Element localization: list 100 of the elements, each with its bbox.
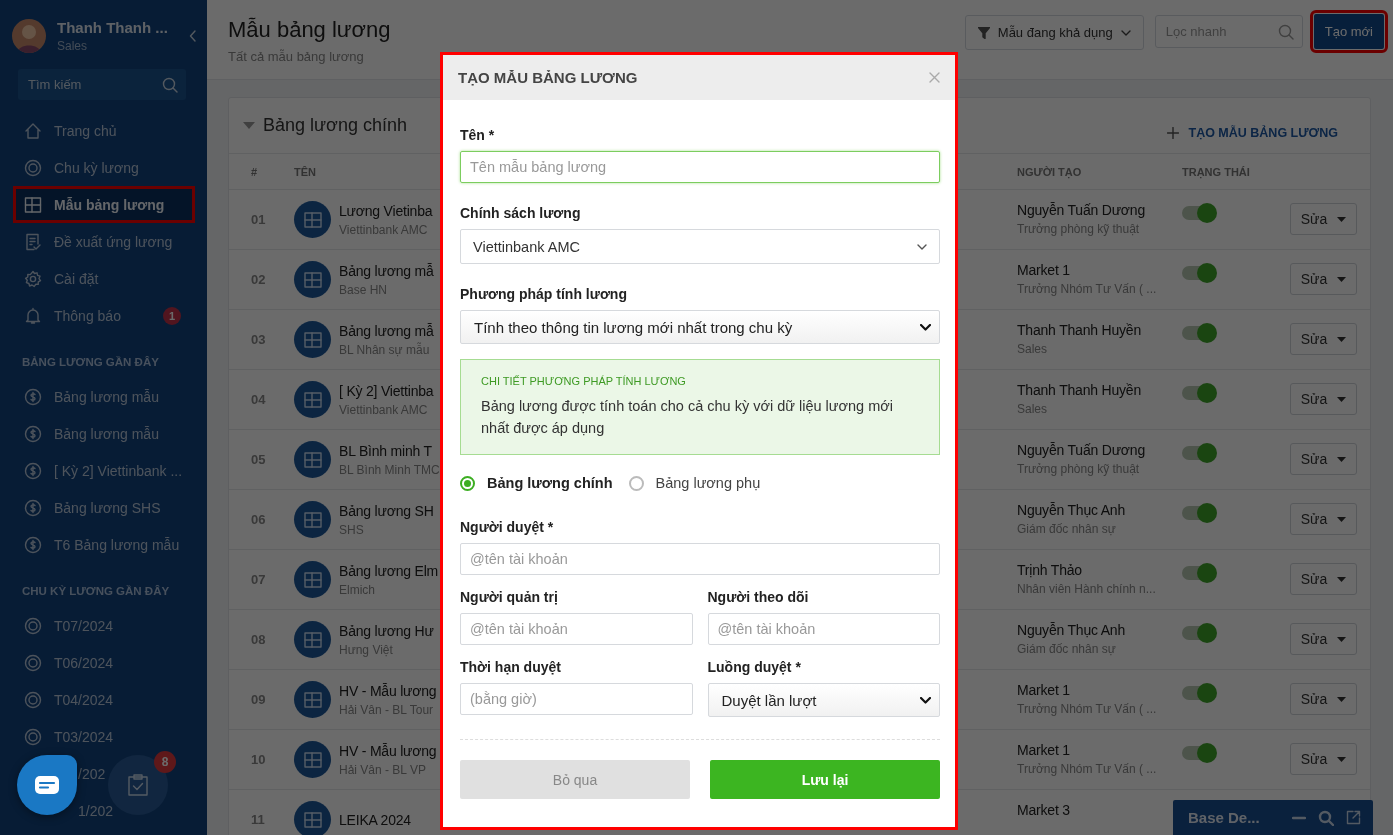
settings-icon xyxy=(24,269,42,288)
toggle-switch[interactable] xyxy=(1182,746,1214,760)
edit-button[interactable]: Sửa xyxy=(1290,503,1357,535)
creator-name: Market 1 xyxy=(1017,742,1071,758)
layout-icon xyxy=(303,331,322,348)
toggle-switch[interactable] xyxy=(1182,326,1214,340)
nav-item[interactable]: Chu kỳ lương xyxy=(13,149,195,186)
layout-icon xyxy=(303,751,322,768)
user-name: Thanh Thanh ... xyxy=(57,19,169,36)
input-field[interactable]: Tên mẫu bảng lương xyxy=(460,151,940,183)
flow-select[interactable]: Duyệt lần lượt xyxy=(707,683,940,717)
radio-option[interactable]: Bảng lương phụ xyxy=(628,475,761,491)
layout-icon xyxy=(303,631,322,648)
nav-item[interactable]: Trang chủ xyxy=(13,112,195,149)
radio-button[interactable] xyxy=(460,475,475,491)
policy-select[interactable]: Viettinbank AMC xyxy=(460,229,940,264)
external-link-icon xyxy=(1346,810,1361,825)
nav-item[interactable]: Đề xuất ứng lương xyxy=(13,223,195,260)
recent-item[interactable]: /202 xyxy=(78,765,106,782)
recent-item[interactable]: 1/202 xyxy=(78,802,114,819)
edit-button[interactable]: Sửa xyxy=(1290,623,1357,655)
filter-dropdown[interactable]: Mẫu đang khả dụng xyxy=(964,15,1144,50)
chat-window-bar[interactable]: Base De... xyxy=(1173,800,1373,835)
toggle-switch[interactable] xyxy=(1182,626,1214,640)
creator-name: Market 1 xyxy=(1017,262,1071,278)
recent-item[interactable]: T04/2024 xyxy=(13,681,195,718)
bell-icon xyxy=(24,306,42,325)
field-label: Người quản trị xyxy=(460,589,559,605)
layout-icon xyxy=(303,811,322,828)
nav-item[interactable]: Thông báo 1 xyxy=(13,297,195,334)
caret-icon xyxy=(1337,456,1347,462)
cancel-button[interactable]: Bỏ qua xyxy=(460,760,690,799)
column-header: NGƯỜI TẠO xyxy=(1017,165,1082,178)
creator-name: Nguyễn Tuấn Dương xyxy=(1017,442,1146,458)
section-title: BẢNG LƯƠNG GẦN ĐÂY xyxy=(22,356,159,368)
column-header: TÊN xyxy=(294,165,316,178)
toggle-switch[interactable] xyxy=(1182,206,1214,220)
chevron-down-icon xyxy=(920,696,931,704)
radio-label: Bảng lương phụ xyxy=(655,475,761,491)
target-icon xyxy=(24,690,42,709)
target-icon xyxy=(24,158,42,177)
toggle-switch[interactable] xyxy=(1182,506,1214,520)
search-icon xyxy=(1277,23,1294,40)
caret-icon xyxy=(1337,636,1347,642)
document-icon xyxy=(24,232,42,251)
input-field[interactable]: @tên tài khoản xyxy=(460,543,940,575)
nav-item[interactable]: Cài đặt xyxy=(13,260,195,297)
save-button[interactable]: Lưu lại xyxy=(710,760,940,799)
template-name: [ Kỳ 2] Viettinba xyxy=(339,382,434,399)
edit-button[interactable]: Sửa xyxy=(1290,743,1357,775)
edit-button[interactable]: Sửa xyxy=(1290,263,1357,295)
recent-item[interactable]: T6 Bảng lương mẫu xyxy=(13,526,195,563)
creator-name: Market 1 xyxy=(1017,682,1071,698)
creator-name: Nguyễn Tuấn Dương xyxy=(1017,202,1146,218)
edit-button[interactable]: Sửa xyxy=(1290,203,1357,235)
recent-item[interactable]: T07/2024 xyxy=(13,607,195,644)
info-title: CHI TIẾT PHƯƠNG PHÁP TÍNH LƯƠNG xyxy=(481,375,687,387)
clipboard-check-icon xyxy=(128,774,148,796)
search-field[interactable]: Tìm kiếm xyxy=(18,69,186,100)
recent-item[interactable]: Bảng lương mẫu xyxy=(13,415,195,452)
edit-button[interactable]: Sửa xyxy=(1290,443,1357,475)
recent-item[interactable]: T06/2024 xyxy=(13,644,195,681)
nav-item[interactable]: Mẫu bảng lương xyxy=(13,186,195,223)
recent-item[interactable]: [ Kỳ 2] Viettinbank ... xyxy=(13,452,195,489)
field-label: Tên * xyxy=(460,127,496,143)
home-icon xyxy=(24,121,42,140)
field-label: Thời hạn duyệt xyxy=(460,659,562,675)
coin-icon xyxy=(24,498,42,517)
toggle-switch[interactable] xyxy=(1182,266,1214,280)
edit-button[interactable]: Sửa xyxy=(1290,683,1357,715)
radio-label: Bảng lương chính xyxy=(487,475,613,491)
creator-name: Thanh Thanh Huyền xyxy=(1017,322,1142,338)
edit-button[interactable]: Sửa xyxy=(1290,383,1357,415)
caret-icon xyxy=(1337,756,1347,762)
layout-icon xyxy=(303,391,322,408)
input-field[interactable]: @tên tài khoản xyxy=(460,613,693,645)
edit-button[interactable]: Sửa xyxy=(1290,323,1357,355)
add-template-link[interactable]: TẠO MẪU BẢNG LƯƠNG xyxy=(1166,125,1338,140)
caret-icon xyxy=(1337,276,1347,282)
template-name: Bảng lương SH xyxy=(339,502,434,519)
radio-option[interactable]: Bảng lương chính xyxy=(460,475,613,491)
toggle-switch[interactable] xyxy=(1182,446,1214,460)
input-field[interactable]: (bằng giờ) xyxy=(460,683,693,715)
method-select[interactable]: Tính theo thông tin lương mới nhất trong chu kỳ xyxy=(460,310,940,344)
edit-button[interactable]: Sửa xyxy=(1290,563,1357,595)
column-header: # xyxy=(251,165,258,178)
close-button[interactable] xyxy=(929,72,940,83)
creator-name: Thanh Thanh Huyền xyxy=(1017,382,1142,398)
radio-button[interactable] xyxy=(628,475,644,491)
toggle-switch[interactable] xyxy=(1182,566,1214,580)
layout-icon xyxy=(303,451,322,468)
page-title: Mẫu bảng lương xyxy=(228,17,392,43)
toggle-switch[interactable] xyxy=(1182,386,1214,400)
toggle-switch[interactable] xyxy=(1182,686,1214,700)
recent-item[interactable]: Bảng lương mẫu xyxy=(13,378,195,415)
template-name: LEIKA 2024 xyxy=(339,811,411,828)
creator-name: Market 3 xyxy=(1017,802,1071,818)
recent-item[interactable]: Bảng lương SHS xyxy=(13,489,195,526)
template-name: Lương Vietinba xyxy=(339,202,433,219)
input-field[interactable]: @tên tài khoản xyxy=(707,613,940,645)
